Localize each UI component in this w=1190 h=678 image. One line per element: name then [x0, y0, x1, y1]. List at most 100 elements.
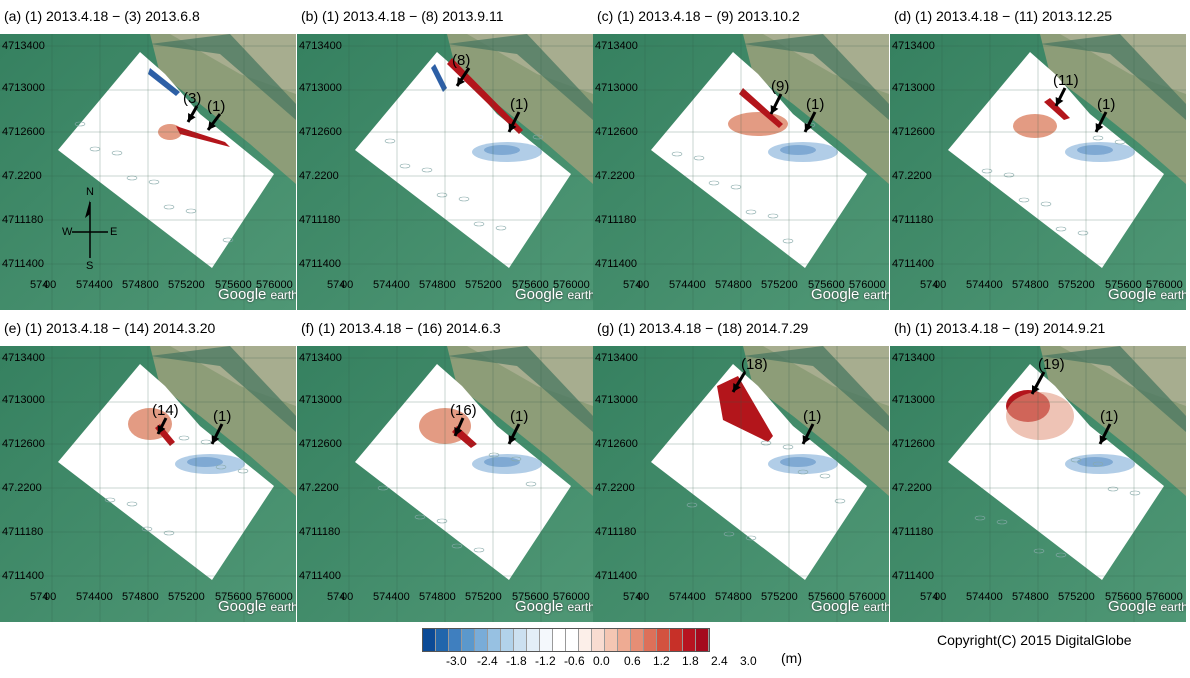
colorbar-swatch [488, 629, 501, 651]
x-tick-label: 575200 [465, 279, 502, 291]
map-image [593, 34, 889, 310]
x-tick-label: 574800 [122, 591, 159, 603]
y-tick-label: 4713000 [595, 82, 638, 94]
map-view: 4713400 4713000 4712600 47.2200 4711180 47114… [297, 346, 593, 622]
colorbar-tick: 0.6 [624, 654, 641, 668]
watermark-earth: earth [1160, 600, 1186, 614]
google-earth-watermark: Google earth [811, 598, 889, 615]
x-tick-label: 00 [934, 279, 947, 291]
watermark-google: Google [218, 286, 267, 303]
watermark-earth: earth [567, 600, 593, 614]
y-tick-label: 4711180 [892, 214, 934, 226]
map-image [297, 346, 593, 622]
y-tick-label: 4711180 [892, 526, 934, 538]
y-tick-label: 4712600 [299, 438, 342, 450]
map-view: 4713400 4713000 4712600 47.2200 4711180 47114… [593, 34, 889, 310]
arrow-label: (1) [510, 96, 529, 113]
map-panel: (g) (1) 2013.4.18 − (18) 2014.7.29 471340… [593, 312, 889, 622]
y-tick-label: 4713000 [299, 82, 342, 94]
arrow-label: (1) [207, 98, 226, 115]
y-tick-label: 4711400 [892, 258, 935, 270]
panel-title: (g) (1) 2013.4.18 − (18) 2014.7.29 [597, 320, 809, 336]
y-tick-label: 4712600 [2, 438, 45, 450]
map-panel: (b) (1) 2013.4.18 − (8) 2013.9.11 4713400… [297, 0, 593, 310]
y-tick-label: 47.2200 [892, 170, 932, 182]
y-tick-label: 4711400 [595, 570, 638, 582]
x-tick-label: 00 [637, 279, 650, 291]
map-image [890, 34, 1186, 310]
colorbar-swatch [579, 629, 592, 651]
y-tick-label: 4712600 [2, 126, 45, 138]
y-tick-label: 47.2200 [595, 482, 635, 494]
map-panel: (e) (1) 2013.4.18 − (14) 2014.3.20 471340… [0, 312, 296, 622]
colorbar-swatch [657, 629, 670, 651]
y-tick-label: 4713000 [2, 82, 45, 94]
y-tick-label: 4713400 [2, 352, 45, 364]
map-image [0, 346, 296, 622]
compass-n: N [86, 186, 94, 198]
y-tick-label: 4711180 [595, 526, 637, 538]
arrow-label: (14) [152, 402, 179, 419]
colorbar-tick: -1.8 [506, 654, 527, 668]
colorbar-swatch [514, 629, 527, 651]
colorbar-swatch [462, 629, 475, 651]
y-tick-label: 47.2200 [595, 170, 635, 182]
x-tick-label: 574400 [669, 279, 706, 291]
x-tick-label: 575200 [465, 591, 502, 603]
colorbar [422, 628, 710, 652]
colorbar-tick: 3.0 [740, 654, 757, 668]
colorbar-swatch [644, 629, 657, 651]
x-tick-label: 575200 [168, 591, 205, 603]
x-tick-label: 00 [44, 279, 57, 291]
map-view: 4713400 4713000 4712600 47.2200 4711180 47114… [297, 34, 593, 310]
map-panel: (c) (1) 2013.4.18 − (9) 2013.10.2 4713400… [593, 0, 889, 310]
y-tick-label: 4713000 [892, 394, 935, 406]
x-tick-label: 574400 [76, 591, 113, 603]
panel-title: (f) (1) 2013.4.18 − (16) 2014.6.3 [301, 320, 501, 336]
arrow-label: (1) [803, 408, 822, 425]
y-tick-label: 4711180 [299, 214, 341, 226]
x-tick-label: 574400 [373, 591, 410, 603]
map-panel: (d) (1) 2013.4.18 − (11) 2013.12.25 47134… [890, 0, 1186, 310]
map-view: 4713400 4713000 4712600 47.2200 4711180 47114… [890, 346, 1186, 622]
watermark-google: Google [811, 286, 860, 303]
y-tick-label: 4713400 [299, 40, 342, 52]
y-tick-label: 47.2200 [299, 482, 339, 494]
x-tick-label: 574800 [419, 279, 456, 291]
watermark-google: Google [1108, 286, 1157, 303]
x-tick-label: 574800 [1012, 279, 1049, 291]
watermark-google: Google [218, 598, 267, 615]
y-tick-label: 4713000 [892, 82, 935, 94]
watermark-earth: earth [1160, 288, 1186, 302]
y-tick-label: 4713400 [595, 352, 638, 364]
y-tick-label: 4711400 [595, 258, 638, 270]
y-tick-label: 4713400 [595, 40, 638, 52]
watermark-earth: earth [567, 288, 593, 302]
y-tick-label: 4712600 [892, 126, 935, 138]
y-tick-label: 4713400 [892, 40, 935, 52]
x-tick-label: 00 [44, 591, 57, 603]
google-earth-watermark: Google earth [218, 598, 296, 615]
colorbar-swatch [696, 629, 709, 651]
google-earth-watermark: Google earth [811, 286, 889, 303]
x-tick-label: 00 [341, 279, 354, 291]
panel-title: (c) (1) 2013.4.18 − (9) 2013.10.2 [597, 8, 800, 24]
google-earth-watermark: Google earth [1108, 286, 1186, 303]
arrow-label: (1) [1100, 408, 1119, 425]
colorbar-swatch [631, 629, 644, 651]
colorbar-swatch [423, 629, 436, 651]
compass-w: W [62, 226, 73, 238]
colorbar-swatch [540, 629, 553, 651]
google-earth-watermark: Google earth [515, 286, 593, 303]
map-panel: (a) (1) 2013.4.18 − (3) 2013.6.8 4713400 4… [0, 0, 296, 310]
panel-title: (a) (1) 2013.4.18 − (3) 2013.6.8 [4, 8, 200, 24]
y-tick-label: 4712600 [595, 126, 638, 138]
x-tick-label: 575200 [761, 279, 798, 291]
colorbar-swatch [436, 629, 449, 651]
x-tick-label: 575200 [1058, 279, 1095, 291]
x-tick-label: 574400 [76, 279, 113, 291]
map-image [890, 346, 1186, 622]
compass-e: E [110, 226, 118, 238]
google-earth-watermark: Google earth [515, 598, 593, 615]
x-tick-label: 574800 [419, 591, 456, 603]
